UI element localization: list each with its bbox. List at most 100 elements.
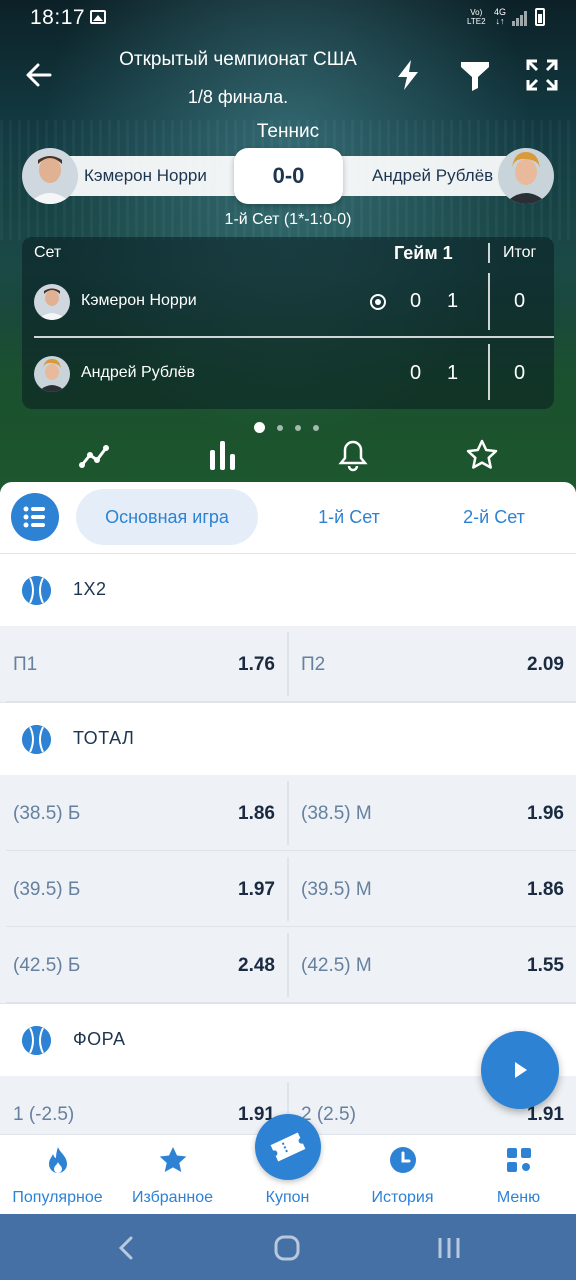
volte-indicator: Vo) LTE2 (467, 8, 486, 26)
scoreboard-game-score: 1 (447, 290, 459, 312)
sport-name: Теннис (256, 121, 320, 142)
mobile-data-icon: 4G ↓↑ (494, 7, 507, 26)
flame-icon (48, 1147, 67, 1173)
scoreboard-col-game: Гейм 1 (394, 243, 453, 263)
odds-row: (39.5) Б 1.97 (39.5) М 1.86 (0, 851, 576, 927)
tournament-stage: 1/8 финала. (187, 87, 289, 107)
tab-set-1[interactable]: 1-й Сет (280, 489, 418, 545)
nav-history[interactable]: История (345, 1145, 460, 1207)
odds-button[interactable]: (38.5) Б 1.86 (0, 775, 287, 851)
system-back-icon[interactable] (113, 1234, 141, 1262)
scoreboard-game-score: 1 (447, 362, 459, 384)
odds-row: П1 1.76 П2 2.09 (0, 626, 576, 702)
clock-icon (389, 1147, 416, 1173)
odds-button[interactable]: (42.5) М 1.55 (289, 927, 576, 1003)
scoreboard-total-score: 0 (514, 290, 526, 312)
bell-icon[interactable] (336, 438, 370, 472)
outcome-label: (38.5) Б (13, 803, 81, 824)
market-title: 1X2 (73, 579, 107, 599)
odds-button[interactable]: (42.5) Б 2.48 (0, 927, 287, 1003)
odds-button[interactable]: П2 2.09 (289, 626, 576, 702)
page-dot[interactable] (295, 424, 301, 431)
tennis-ball-icon (22, 1026, 51, 1055)
odds-value: 1.76 (238, 654, 275, 675)
scoreboard-set-score: 0 (410, 362, 422, 384)
scoreboard-row: Андрей Рублёв 0 1 0 (22, 354, 554, 394)
odds-row: (42.5) Б 2.48 (42.5) М 1.55 (0, 927, 576, 1003)
outcome-label: (38.5) М (301, 803, 372, 824)
outcome-label: П1 (13, 654, 38, 675)
signal-icon (512, 10, 528, 26)
odds-button[interactable]: (39.5) М 1.86 (289, 851, 576, 927)
odds-value: 2.09 (527, 654, 564, 675)
scoreboard-table: Сет Гейм 1 Итог Кэмерон Норри 0 1 0 Андр… (22, 237, 554, 409)
player1-avatar (22, 148, 78, 204)
market-header[interactable]: 1X2 (0, 553, 576, 626)
list-icon (23, 506, 45, 528)
odds-button[interactable]: П1 1.76 (0, 626, 287, 702)
page-dot[interactable] (277, 424, 283, 431)
nav-popular[interactable]: Популярное (0, 1145, 115, 1207)
lightning-icon[interactable] (391, 58, 425, 92)
match-score: 0-0 (234, 148, 343, 204)
system-recents-icon[interactable] (435, 1234, 463, 1262)
page-indicator[interactable] (254, 419, 331, 434)
odds-value: 1.55 (527, 955, 564, 976)
player1-name: Кэмерон Норри (84, 166, 207, 185)
page-dot[interactable] (313, 424, 319, 431)
tab-main-game[interactable]: Основная игра (76, 489, 258, 545)
outcome-label: П2 (301, 654, 326, 675)
market-header[interactable]: ТОТАЛ (0, 702, 576, 775)
coupon-button[interactable] (255, 1114, 321, 1180)
outcome-label: (39.5) М (301, 879, 372, 900)
outcome-label: 1 (-2.5) (13, 1104, 75, 1125)
back-arrow-icon[interactable] (24, 60, 54, 90)
status-bar: 18:17 Vo) LTE2 4G ↓↑ (0, 0, 576, 36)
system-home-icon[interactable] (273, 1234, 301, 1262)
tournament-title: Открытый чемпионат США (119, 49, 357, 70)
scoreboard-row: Кэмерон Норри 0 1 0 (22, 282, 554, 322)
star-icon (159, 1147, 186, 1172)
odds-value: 1.86 (527, 879, 564, 900)
nav-menu[interactable]: Меню (461, 1145, 576, 1207)
market-list-button[interactable] (11, 493, 59, 541)
market-tabs: Основная игра 1-й Сет 2-й Сет (0, 482, 576, 553)
outcome-label: (42.5) М (301, 955, 372, 976)
scoreboard-total-score: 0 (514, 362, 526, 384)
favorite-star-icon[interactable] (465, 438, 499, 472)
gallery-notification-icon (90, 10, 106, 24)
outcome-label: (39.5) Б (13, 879, 81, 900)
nav-favorites[interactable]: Избранное (115, 1145, 230, 1207)
player1-avatar-small (34, 284, 70, 320)
odds-row: (38.5) Б 1.86 (38.5) М 1.96 (0, 775, 576, 851)
play-icon (515, 1062, 527, 1078)
odds-value: 1.97 (238, 879, 275, 900)
scoreboard-set-score: 0 (410, 290, 422, 312)
scoreboard-col-set: Сет (34, 244, 62, 261)
ticket-icon (270, 1132, 306, 1162)
odds-value: 1.96 (527, 803, 564, 824)
set-info: 1-й Сет (1*-1:0-0) (224, 211, 352, 228)
odds-value: 2.48 (238, 955, 275, 976)
filter-icon[interactable] (458, 58, 492, 92)
statistics-bars-icon[interactable] (206, 438, 240, 472)
tennis-ball-icon (22, 725, 51, 754)
scoreboard-player-name: Кэмерон Норри (81, 292, 197, 309)
status-time: 18:17 (30, 6, 86, 29)
tab-set-2[interactable]: 2-й Сет (426, 489, 562, 545)
trend-chart-icon[interactable] (77, 438, 111, 472)
odds-button[interactable]: (38.5) М 1.96 (289, 775, 576, 851)
tennis-ball-icon (22, 576, 51, 605)
system-navigation-bar (0, 1214, 576, 1280)
odds-value: 1.86 (238, 803, 275, 824)
fullscreen-icon[interactable] (525, 58, 559, 92)
market-title: ФОРА (73, 1029, 126, 1049)
player2-avatar (498, 148, 554, 204)
battery-icon (535, 8, 545, 26)
grid-icon (506, 1148, 531, 1172)
odds-button[interactable]: (39.5) Б 1.97 (0, 851, 287, 927)
play-stream-button[interactable] (481, 1031, 559, 1109)
scoreboard-col-total: Итог (503, 244, 537, 261)
serve-indicator-icon (370, 294, 386, 310)
outcome-label: (42.5) Б (13, 955, 81, 976)
